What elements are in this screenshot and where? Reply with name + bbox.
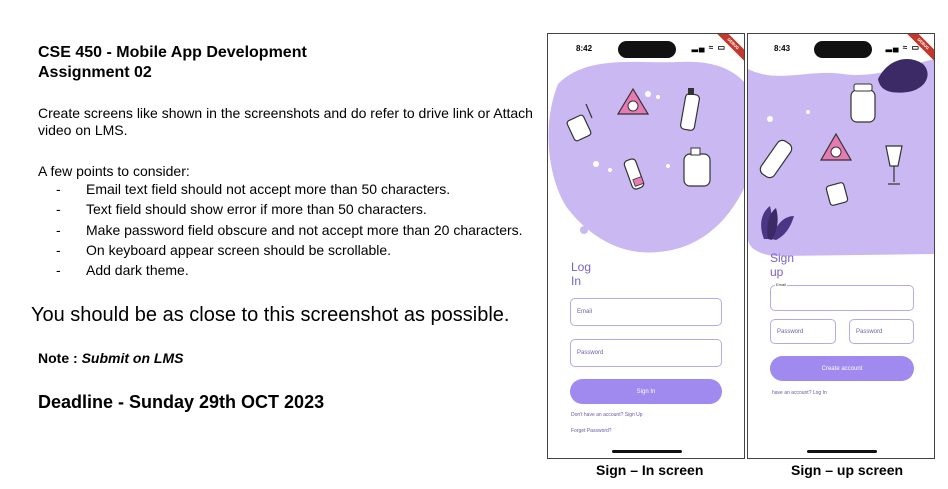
- create-account-button[interactable]: Create account: [770, 356, 914, 381]
- signal-wifi-battery-icon: ▂▄ ≈ ▭: [691, 43, 726, 52]
- list-item: - On keyboard appear screen should be scr…: [56, 241, 392, 258]
- email-floating-label: Email: [775, 282, 788, 287]
- status-bar: 8:43 ▂▄ ≈ ▭: [748, 41, 934, 58]
- dynamic-island: [618, 41, 676, 58]
- sign-in-button[interactable]: Sign In: [570, 379, 722, 404]
- list-item: - Make password field obscure and not acc…: [56, 221, 523, 238]
- confirm-password-placeholder: Password: [856, 328, 883, 335]
- log-in-link[interactable]: have an account? Log In: [772, 390, 827, 396]
- sign-up-link[interactable]: Don't have an account? Sign Up: [571, 412, 643, 418]
- closeness-statement: You should be as close to this screensho…: [31, 304, 510, 326]
- assignment-document: CSE 450 - Mobile App Development Assignm…: [0, 0, 545, 489]
- deadline: Deadline - Sunday 29th OCT 2023: [38, 392, 325, 412]
- status-time: 8:42: [576, 44, 593, 53]
- login-title: Log In: [571, 260, 592, 288]
- status-bar: 8:42 ▂▄ ≈ ▭: [548, 41, 744, 58]
- email-placeholder: Email: [577, 309, 593, 315]
- course-title: CSE 450 - Mobile App Development: [38, 44, 307, 61]
- home-indicator: [612, 450, 682, 453]
- password-field[interactable]: Password: [570, 339, 722, 367]
- assignment-number: Assignment 02: [38, 64, 152, 81]
- signal-wifi-battery-icon: ▂▄ ≈ ▭: [885, 43, 920, 52]
- password-field[interactable]: Password: [770, 319, 836, 344]
- jar-icon: [850, 83, 876, 123]
- email-field[interactable]: Email: [570, 298, 722, 326]
- password-placeholder: Password: [577, 350, 604, 356]
- list-item: - Email text field should not accept more…: [56, 181, 451, 197]
- recycling-illustration: [548, 61, 744, 253]
- home-indicator: [807, 450, 877, 453]
- note-value: Submit on LMS: [81, 350, 184, 366]
- assignment-description: Create screens like shown in the screens…: [38, 105, 533, 138]
- signup-caption: Sign – up screen: [791, 462, 904, 478]
- signup-title: Sign up: [770, 251, 795, 279]
- list-item: - Add dark theme.: [56, 262, 189, 279]
- email-field[interactable]: Email: [770, 282, 914, 311]
- confirm-password-field[interactable]: Password: [849, 319, 914, 344]
- points-heading: A few points to consider:: [38, 163, 190, 179]
- password-placeholder: Password: [777, 328, 804, 335]
- forget-password-link[interactable]: Forget Password?: [571, 428, 612, 434]
- signup-screenshot: 8:43 ▂▄ ≈ ▭ DEBUG Sign up Email Password…: [747, 33, 935, 459]
- login-caption: Sign – In screen: [596, 462, 704, 478]
- note: Note : Submit on LMS: [38, 350, 184, 366]
- status-time: 8:43: [774, 44, 791, 53]
- points-list: - Email text field should not accept more…: [38, 181, 523, 282]
- list-item: - Text field should show error if more th…: [56, 201, 427, 218]
- dynamic-island: [814, 41, 872, 58]
- assignment-title: CSE 450 - Mobile App Development Assignm…: [38, 43, 307, 83]
- login-screenshot: 8:42 ▂▄ ≈ ▭ DEBUG Log In Email Password …: [547, 33, 745, 459]
- recycling-illustration: [748, 59, 934, 256]
